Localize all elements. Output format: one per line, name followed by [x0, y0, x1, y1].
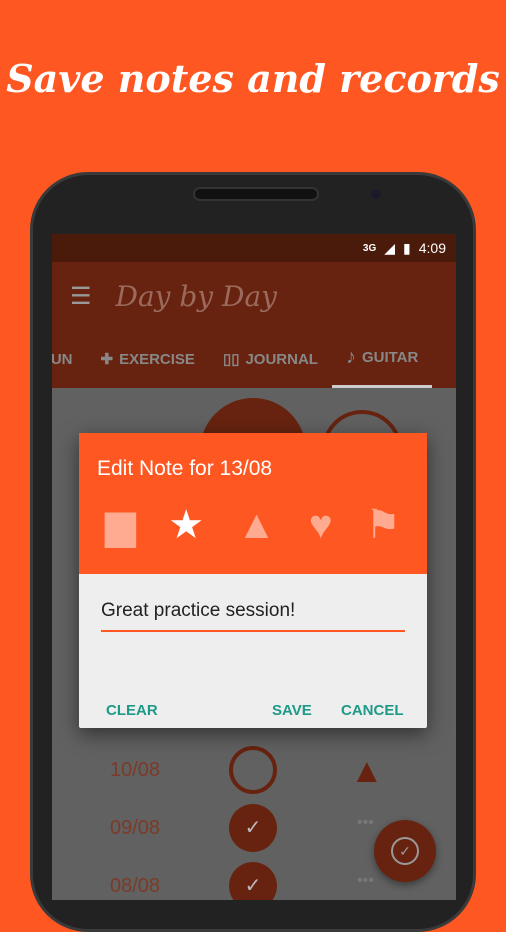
- row-date: 09/08: [110, 817, 161, 839]
- dots-icon[interactable]: •••: [357, 872, 374, 890]
- dialog-header: Edit Note for 13/08 ▆ ★ ▲ ♥ ⚑: [79, 433, 427, 574]
- tab-label: JOURNAL: [245, 350, 318, 368]
- status-circle[interactable]: [229, 746, 277, 794]
- heart-icon[interactable]: ♥: [309, 503, 333, 547]
- check-circle-icon: ✓: [391, 837, 419, 865]
- note-icon-picker: ▆ ★ ▲ ♥ ⚑: [97, 503, 409, 547]
- tab-exercise[interactable]: ✚ EXERCISE: [87, 350, 209, 369]
- dumbbell-icon: ✚: [100, 351, 114, 368]
- app-bar: ☰ Day by Day: [52, 262, 456, 330]
- tab-label: EXERCISE: [119, 350, 195, 368]
- edit-note-dialog: Edit Note for 13/08 ▆ ★ ▲ ♥ ⚑ Great prac…: [79, 433, 427, 728]
- status-bar: 3G ◢ ▮ 4:09: [52, 234, 456, 262]
- clear-button[interactable]: CLEAR: [106, 702, 158, 719]
- hamburger-icon[interactable]: ☰: [70, 282, 92, 311]
- dots-icon[interactable]: •••: [357, 814, 374, 832]
- tab-bar: RUN ✚ EXERCISE ▯▯ JOURNAL ♪ GUITAR: [52, 330, 456, 388]
- cancel-button[interactable]: CANCEL: [341, 702, 404, 719]
- star-icon[interactable]: ★: [168, 503, 204, 547]
- signal-icon: ◢: [384, 239, 396, 256]
- flag-icon[interactable]: ⚑: [365, 503, 401, 547]
- tab-journal[interactable]: ▯▯ JOURNAL: [209, 350, 332, 369]
- warning-icon[interactable]: ▲: [350, 752, 384, 791]
- tab-run[interactable]: RUN: [52, 351, 87, 368]
- tab-label: GUITAR: [361, 349, 419, 366]
- book-icon: ▯▯: [222, 351, 240, 368]
- dialog-title: Edit Note for 13/08: [97, 457, 273, 480]
- clock: 4:09: [418, 240, 446, 256]
- speaker: [193, 187, 319, 201]
- battery-icon: ▮: [403, 239, 411, 256]
- check-icon[interactable]: ✓: [229, 862, 277, 900]
- comment-icon[interactable]: ▆: [105, 503, 136, 547]
- warning-icon[interactable]: ▲: [237, 503, 277, 547]
- row-date: 10/08: [110, 759, 161, 781]
- fab-check-button[interactable]: ✓: [374, 820, 436, 882]
- headline: Save notes and records: [6, 56, 500, 101]
- music-note-icon: ♪: [345, 346, 356, 368]
- save-button[interactable]: SAVE: [272, 702, 312, 719]
- note-input[interactable]: Great practice session!: [101, 600, 405, 632]
- camera: [371, 189, 381, 199]
- tab-guitar[interactable]: ♪ GUITAR: [331, 330, 433, 388]
- row-date: 08/08: [110, 875, 161, 897]
- list-item: 10/08 ▲: [52, 742, 456, 802]
- network-icon: 3G: [362, 242, 377, 254]
- check-icon[interactable]: ✓: [229, 804, 277, 852]
- tab-label: RUN: [52, 350, 73, 368]
- app-logo: Day by Day: [115, 279, 277, 313]
